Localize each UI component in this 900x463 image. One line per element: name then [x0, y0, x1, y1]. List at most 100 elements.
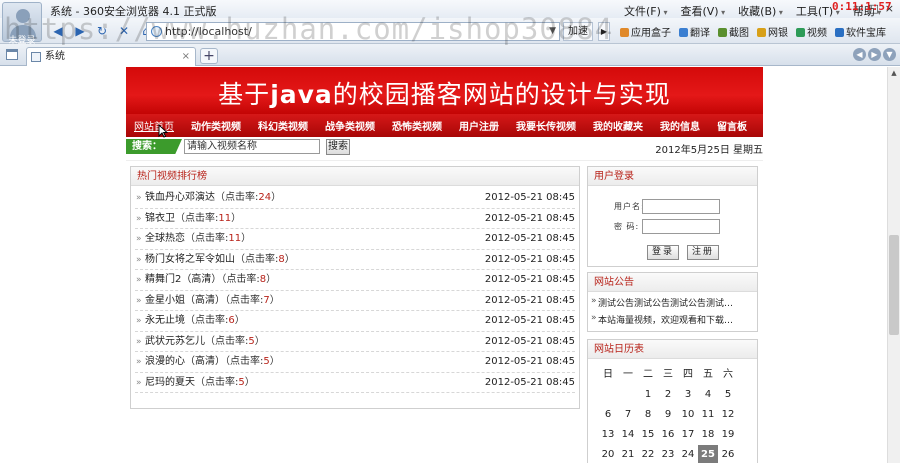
notice-item[interactable]: 本站海量视频，欢迎观看和下载…	[588, 309, 757, 326]
calendar-day[interactable]: 24	[678, 445, 698, 463]
calendar-day[interactable]: 23	[658, 445, 678, 463]
video-name[interactable]: 铁血丹心邓演达	[145, 192, 215, 203]
tab-list-icon[interactable]: ▼	[883, 48, 896, 61]
refresh-icon[interactable]: ↻	[92, 22, 112, 40]
globe-icon	[151, 26, 162, 37]
video-name[interactable]: 永无止境	[145, 315, 185, 326]
notice-item[interactable]: 测试公告测试公告测试公告测试…	[588, 292, 757, 309]
chevron-down-icon[interactable]: ▼	[549, 23, 556, 40]
stop-icon[interactable]: ✕	[114, 22, 134, 40]
calendar-day[interactable]: 14	[618, 425, 638, 445]
window-list-icon[interactable]	[6, 49, 18, 60]
tab-strip: 系统 × + ◀ ▶ ▼	[0, 44, 900, 66]
calendar-day[interactable]: 11	[698, 405, 718, 425]
search-input[interactable]: 请输入视频名称	[184, 139, 320, 154]
tool-software[interactable]: 软件宝库	[835, 24, 886, 39]
ranking-item[interactable]: 锦衣卫（点击率:11） 2012-05-21 08:45	[135, 209, 575, 229]
username-field[interactable]	[642, 199, 720, 214]
calendar-day[interactable]: 7	[618, 405, 638, 425]
nav-scifi[interactable]: 科幻类视频	[258, 118, 308, 133]
calendar-day[interactable]: 26	[718, 445, 738, 463]
ranking-item[interactable]: 精舞门2（高清）（点击率:8）2012-05-21 08:45	[135, 270, 575, 291]
tool-translate[interactable]: 翻译	[679, 24, 710, 39]
tab-right-icon[interactable]: ▶	[868, 48, 881, 61]
menu-file[interactable]: 文件(F)	[624, 3, 667, 19]
nav-favorites[interactable]: 我的收藏夹	[593, 118, 643, 133]
page-scrollbar[interactable]: ▲	[887, 67, 900, 463]
calendar-day[interactable]: 16	[658, 425, 678, 445]
tool-ebank[interactable]: 网银	[757, 24, 788, 39]
calendar-day[interactable]: 6	[598, 405, 618, 425]
scroll-up-icon[interactable]: ▲	[888, 67, 900, 79]
search-button[interactable]: 搜索	[326, 139, 350, 155]
nav-war[interactable]: 战争类视频	[325, 118, 375, 133]
tool-app-box[interactable]: 应用盒子	[620, 24, 671, 39]
calendar-day[interactable]: 10	[678, 405, 698, 425]
calendar-day[interactable]: 21	[618, 445, 638, 463]
back-icon[interactable]: ◀	[48, 22, 68, 40]
tab-system[interactable]: 系统 ×	[26, 47, 196, 66]
click-count: 24	[258, 192, 272, 203]
nav-upload[interactable]: 我要长传视频	[516, 118, 576, 133]
register-button[interactable]: 注册	[687, 245, 719, 260]
tab-left-icon[interactable]: ◀	[853, 48, 866, 61]
scroll-thumb[interactable]	[889, 235, 899, 335]
forward-icon[interactable]: ▶	[70, 22, 90, 40]
tool-video[interactable]: 视频	[796, 24, 827, 39]
new-tab-button[interactable]: +	[200, 48, 218, 64]
window-title: 系统 - 360安全浏览器 4.1 正式版	[50, 5, 217, 18]
accelerate-button[interactable]: 加速	[563, 22, 593, 41]
password-field[interactable]	[642, 219, 720, 234]
ranking-item[interactable]: 杨门女将之军令如山（点击率:8）2012-05-21 08:45	[135, 250, 575, 270]
publish-time: 2012-05-21 08:45	[484, 233, 575, 244]
calendar-day[interactable]: 2	[658, 385, 678, 405]
nav-action[interactable]: 动作类视频	[191, 118, 241, 133]
nav-my-info[interactable]: 我的信息	[660, 118, 700, 133]
calendar-day[interactable]: 4	[698, 385, 718, 405]
tab-nav: ◀ ▶ ▼	[853, 48, 896, 61]
click-suffix: ）	[241, 233, 252, 244]
calendar-day[interactable]: 1	[638, 385, 658, 405]
ranking-item[interactable]: 浪漫的心（高清）（点击率:5）2012-05-21 08:45	[135, 352, 575, 373]
calendar-day[interactable]: 15	[638, 425, 658, 445]
calendar-day[interactable]: 20	[598, 445, 618, 463]
nav-horror[interactable]: 恐怖类视频	[392, 118, 442, 133]
login-button[interactable]: 登录	[647, 245, 679, 260]
go-arrow-icon[interactable]: ▶	[598, 22, 610, 41]
video-name[interactable]: 杨门女将之军令如山	[145, 254, 235, 265]
video-name[interactable]: 精舞门2（高清）	[145, 274, 221, 285]
calendar-day[interactable]: 9	[658, 405, 678, 425]
ranking-item[interactable]: 全球热恋（点击率:11） 2012-05-21 08:45	[135, 229, 575, 250]
calendar-day[interactable]: 12	[718, 405, 738, 425]
publish-time: 2012-05-21 08:45	[484, 253, 575, 265]
calendar-day[interactable]: 22	[638, 445, 658, 463]
nav-register[interactable]: 用户注册	[459, 118, 499, 133]
video-name[interactable]: 锦衣卫	[145, 213, 175, 224]
calendar-day[interactable]: 18	[698, 425, 718, 445]
calendar-day[interactable]: 25	[698, 445, 718, 463]
tool-screenshot[interactable]: 截图	[718, 24, 749, 39]
video-name[interactable]: 浪漫的心（高清）	[145, 356, 225, 367]
menu-view[interactable]: 查看(V)	[680, 3, 725, 19]
ranking-item[interactable]: 铁血丹心邓演达（点击率:24） 2012-05-21 08:45	[135, 188, 575, 209]
address-bar[interactable]: http://localhost/ ▼	[146, 22, 560, 41]
menu-favorites[interactable]: 收藏(B)	[738, 3, 783, 19]
calendar-day[interactable]: 19	[718, 425, 738, 445]
calendar-day[interactable]: 17	[678, 425, 698, 445]
calendar-day[interactable]: 5	[718, 385, 738, 405]
click-prefix: （点击率:	[195, 376, 239, 388]
calendar-day[interactable]: 3	[678, 385, 698, 405]
video-name[interactable]: 金星小姐（高清）	[145, 295, 225, 306]
video-name[interactable]: 武状元苏乞儿	[145, 336, 205, 347]
video-name[interactable]: 尼玛的夏天	[145, 377, 195, 388]
ranking-item[interactable]: 金星小姐（高清）（点击率:7）2012-05-21 08:45	[135, 291, 575, 311]
ranking-item[interactable]: 永无止境（点击率:6）2012-05-21 08:45	[135, 311, 575, 332]
ranking-item[interactable]: 尼玛的夏天（点击率:5）2012-05-21 08:45	[135, 373, 575, 393]
calendar-day[interactable]: 8	[638, 405, 658, 425]
video-name[interactable]: 全球热恋	[145, 233, 185, 244]
nav-home[interactable]: 网站首页	[134, 118, 174, 133]
calendar-day[interactable]: 13	[598, 425, 618, 445]
close-tab-icon[interactable]: ×	[182, 48, 190, 65]
nav-guestbook[interactable]: 留言板	[717, 118, 747, 133]
ranking-item[interactable]: 武状元苏乞儿（点击率:5）2012-05-21 08:45	[135, 332, 575, 352]
